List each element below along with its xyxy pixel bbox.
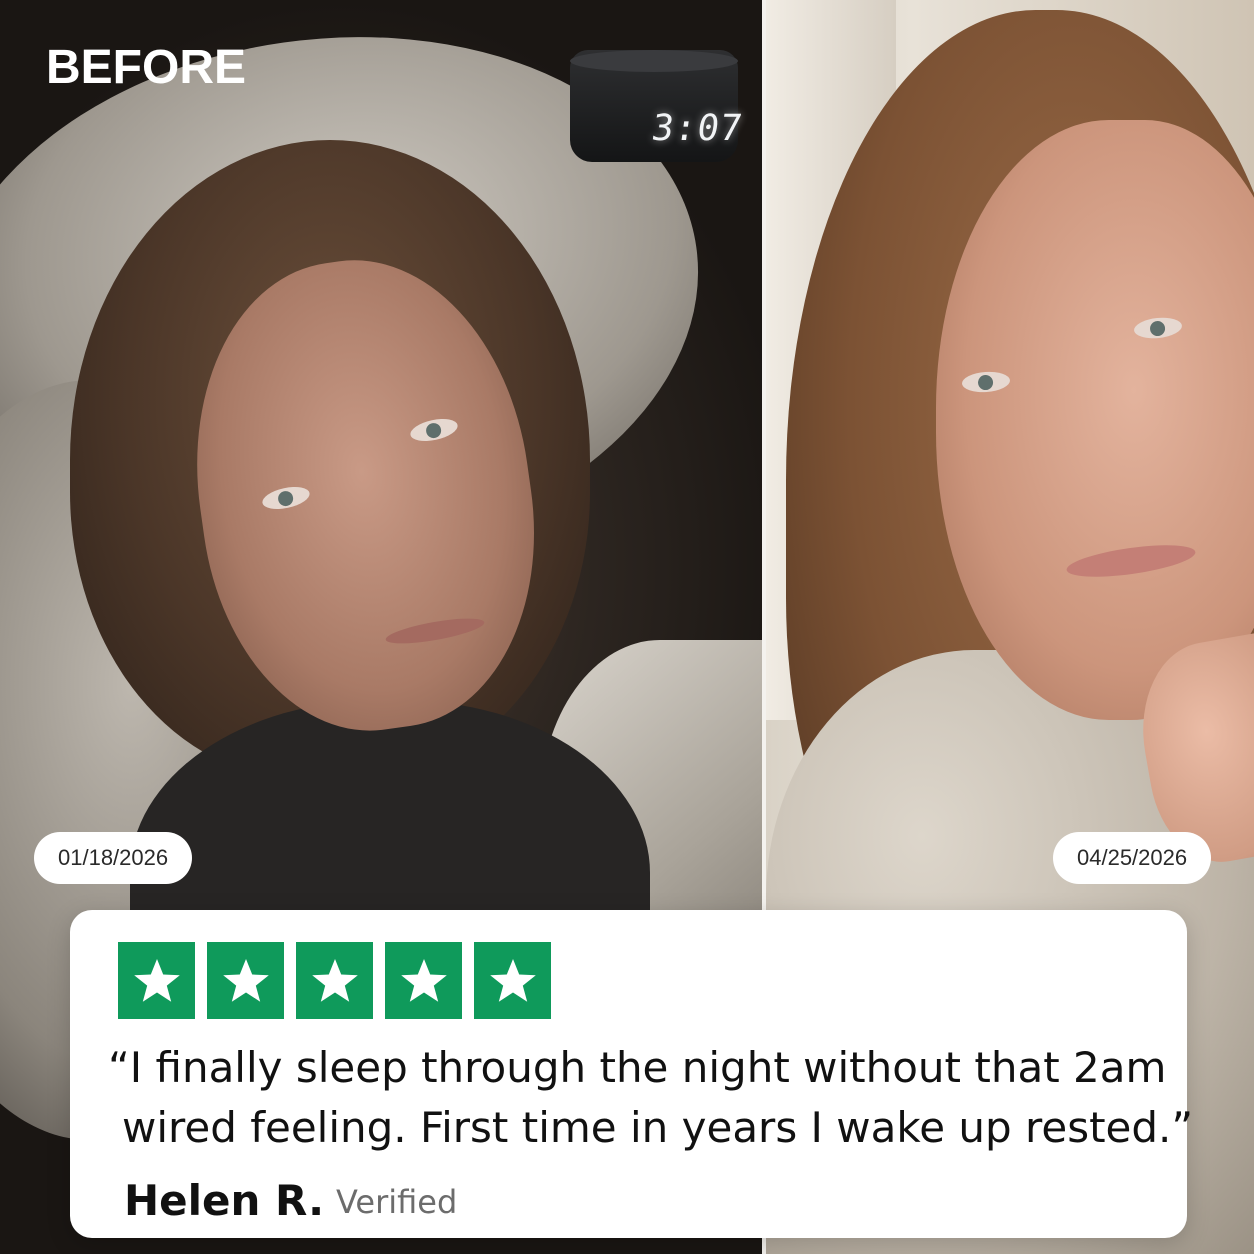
star-box	[207, 942, 284, 1019]
star-box	[474, 942, 551, 1019]
review-card: “I finally sleep through the night witho…	[70, 910, 1194, 1238]
star-icon	[222, 958, 269, 1002]
face	[936, 120, 1254, 720]
star-icon	[489, 958, 536, 1002]
before-date: 01/18/2026	[58, 845, 169, 870]
before-after-ad: 3:07 BEFORE 01/18/2026 04/25/2026 “I fin…	[0, 0, 1254, 1254]
review-author: Helen R.	[124, 1176, 325, 1225]
star-icon	[311, 958, 358, 1002]
after-date-badge: 04/25/2026	[1053, 832, 1212, 884]
clock-time: 3:07	[649, 108, 746, 149]
star-box	[296, 942, 373, 1019]
review-quote: “I finally sleep through the night witho…	[108, 1038, 1194, 1158]
star-icon	[133, 958, 180, 1002]
before-label: BEFORE	[46, 41, 247, 94]
star-icon	[400, 958, 447, 1002]
review-quote-line-1: “I finally sleep through the night witho…	[108, 1043, 1167, 1092]
review-quote-line-2: wired feeling. First time in years I wak…	[122, 1103, 1194, 1152]
before-date-badge: 01/18/2026	[34, 832, 193, 884]
star-box	[385, 942, 462, 1019]
verified-badge: Verified	[336, 1183, 458, 1221]
after-date: 04/25/2026	[1077, 845, 1188, 870]
star-box	[118, 942, 195, 1019]
star-rating	[118, 942, 551, 1019]
